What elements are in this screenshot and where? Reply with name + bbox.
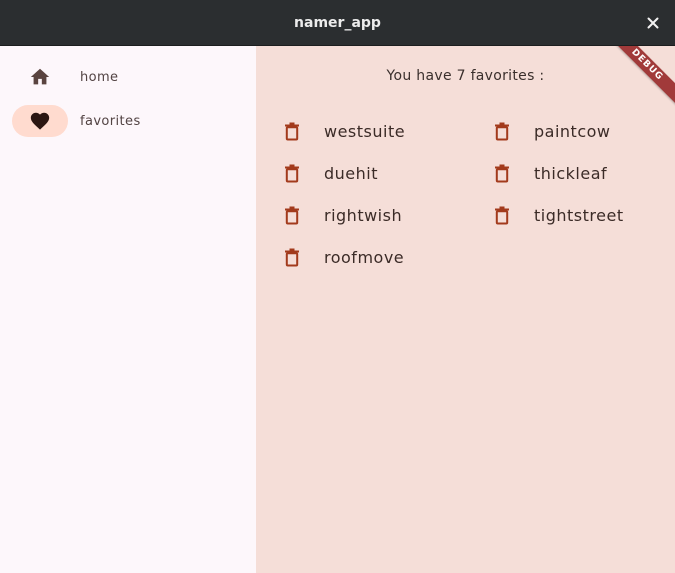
favorite-item: rightwish (280, 194, 490, 236)
favorites-page: You have 7 favorites : westsuite paintco… (256, 46, 675, 573)
navigation-rail: home favorites (0, 46, 256, 573)
nav-label-home: home (80, 69, 119, 85)
favorite-name: thickleaf (534, 163, 608, 183)
favorites-count-header: You have 7 favorites : (386, 68, 545, 84)
favorite-name: westsuite (324, 121, 406, 141)
delete-favorite-button[interactable] (490, 161, 514, 185)
trash-icon (285, 122, 299, 141)
favorite-item: thickleaf (490, 152, 675, 194)
favorite-item: paintcow (490, 110, 675, 152)
favorites-grid: westsuite paintcow duehit thickleaf righ… (280, 110, 675, 278)
delete-favorite-button[interactable] (280, 161, 304, 185)
close-button[interactable] (643, 13, 663, 33)
heart-icon (30, 112, 50, 130)
favorite-item: tightstreet (490, 194, 675, 236)
delete-favorite-button[interactable] (280, 245, 304, 269)
trash-icon (495, 164, 509, 183)
favorite-name: paintcow (534, 121, 611, 141)
delete-favorite-button[interactable] (280, 203, 304, 227)
title-bar: namer_app (0, 0, 675, 46)
favorite-item: roofmove (280, 236, 490, 278)
trash-icon (285, 248, 299, 267)
close-icon (647, 17, 659, 29)
delete-favorite-button[interactable] (490, 203, 514, 227)
favorite-name: roofmove (324, 247, 405, 267)
nav-label-favorites: favorites (80, 113, 141, 129)
window-title: namer_app (294, 15, 381, 31)
favorite-name: duehit (324, 163, 378, 183)
home-icon (30, 68, 50, 85)
delete-favorite-button[interactable] (490, 119, 514, 143)
nav-pill-home (12, 61, 68, 93)
favorite-item: duehit (280, 152, 490, 194)
delete-favorite-button[interactable] (280, 119, 304, 143)
app-window: namer_app home favorites You have 7 favo… (0, 0, 675, 573)
trash-icon (495, 206, 509, 225)
trash-icon (285, 164, 299, 183)
trash-icon (285, 206, 299, 225)
nav-pill-favorites (12, 105, 68, 137)
nav-item-favorites[interactable]: favorites (12, 105, 141, 137)
nav-item-home[interactable]: home (12, 61, 118, 93)
favorite-name: tightstreet (534, 205, 624, 225)
favorite-item: westsuite (280, 110, 490, 152)
favorite-name: rightwish (324, 205, 403, 225)
trash-icon (495, 122, 509, 141)
